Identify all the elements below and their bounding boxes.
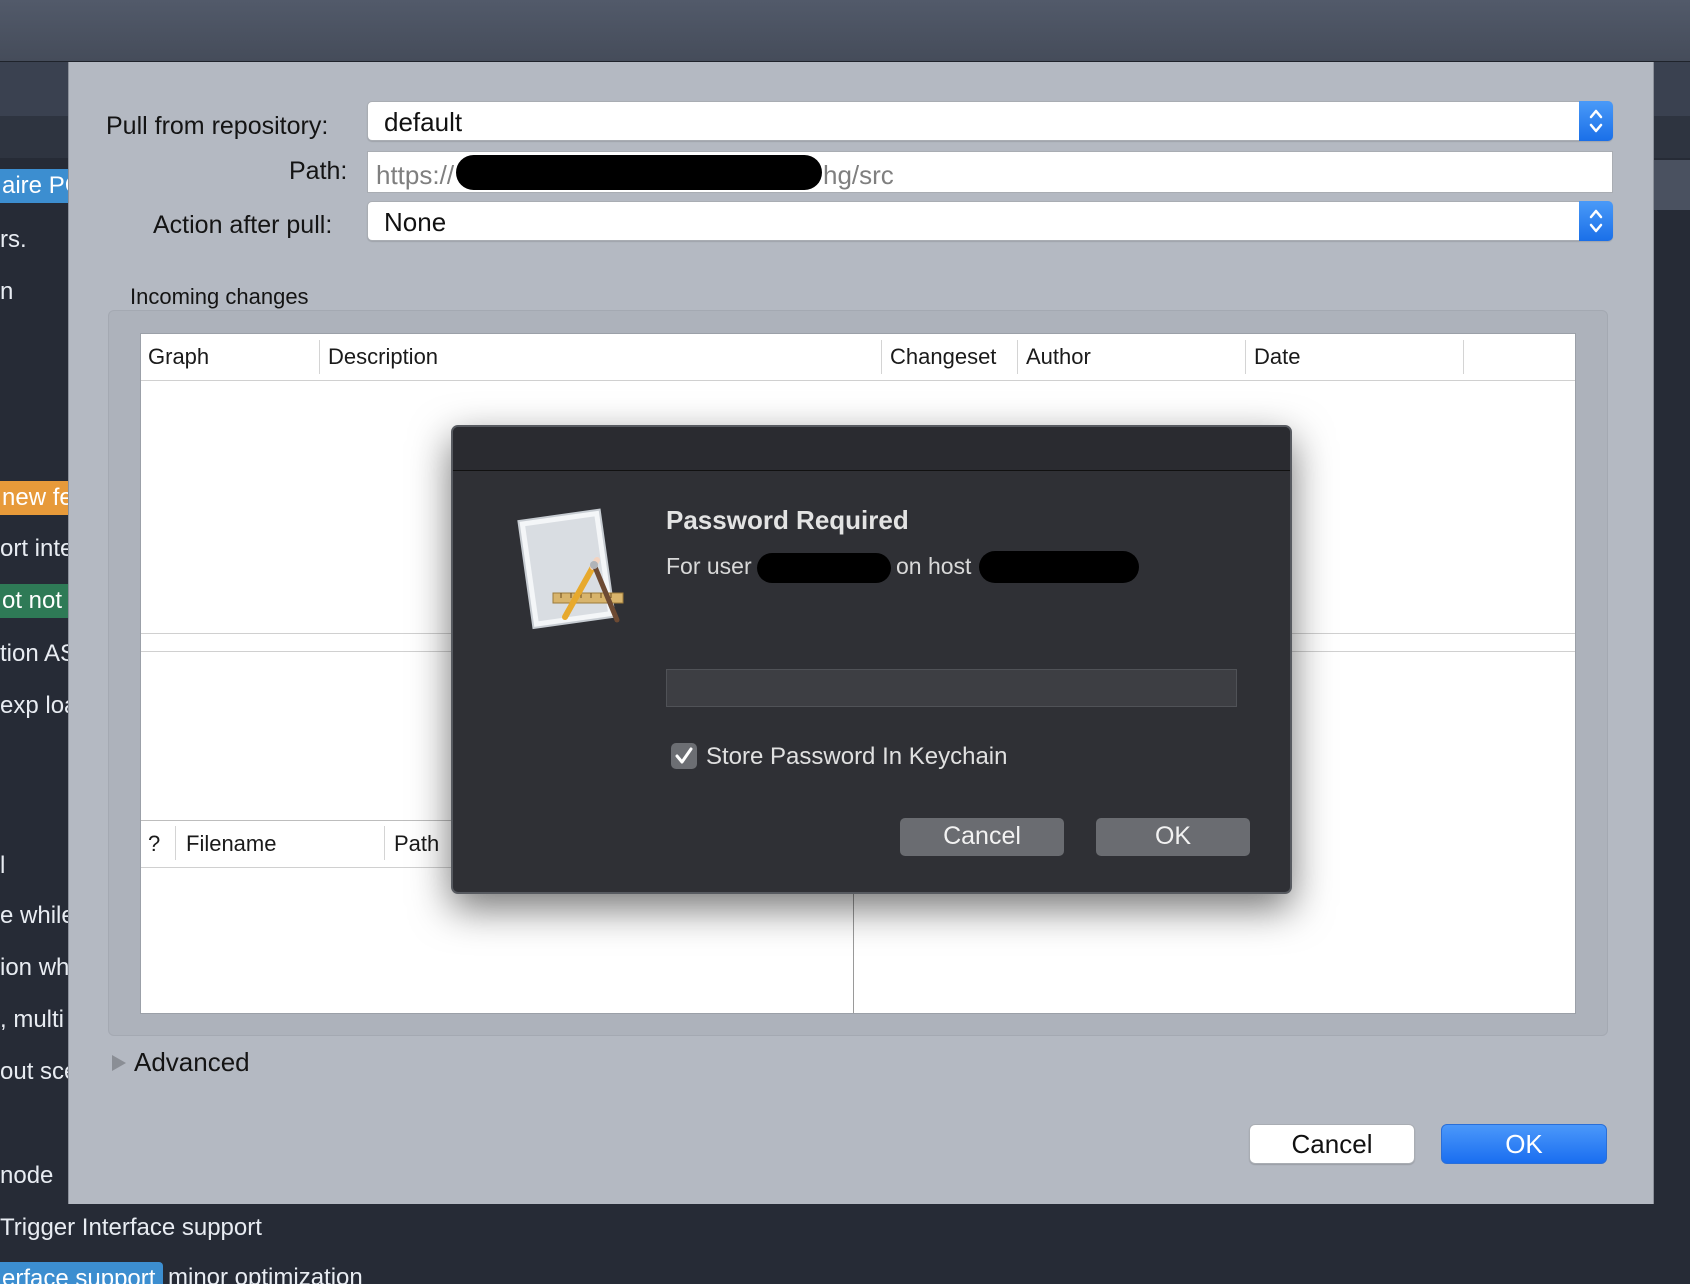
redaction-mark xyxy=(456,155,822,190)
background-commit-text: rs. xyxy=(0,226,27,253)
background-branch-tag: erface support xyxy=(0,1262,164,1284)
path-label: Path: xyxy=(289,157,348,185)
column-divider xyxy=(384,826,385,860)
action-label: Action after pull: xyxy=(153,211,333,239)
sheet-ok-button[interactable]: OK xyxy=(1441,1124,1607,1164)
disclosure-triangle-icon[interactable] xyxy=(111,1054,127,1077)
dialog-cancel-button[interactable]: Cancel xyxy=(900,818,1064,856)
path-suffix: hg/src xyxy=(823,160,894,190)
on-host-label: on host xyxy=(896,553,972,579)
app-document-icon xyxy=(513,505,633,635)
column-header-description[interactable]: Description xyxy=(328,344,438,370)
password-field[interactable] xyxy=(666,669,1237,707)
background-commit-text: node xyxy=(0,1162,54,1189)
header-divider xyxy=(141,380,1575,381)
column-header-changeset[interactable]: Changeset xyxy=(890,344,996,370)
action-value: None xyxy=(384,207,447,237)
column-divider xyxy=(319,340,320,374)
incoming-changes-label: Incoming changes xyxy=(130,284,309,309)
column-divider xyxy=(1245,340,1246,374)
background-commit-text: n xyxy=(0,278,14,305)
column-header-status[interactable]: ? xyxy=(148,831,160,857)
background-commit-text: ort inte xyxy=(0,535,74,562)
redaction-mark xyxy=(979,551,1139,583)
background-commit-text: , multi xyxy=(0,1006,65,1033)
column-header-date[interactable]: Date xyxy=(1254,344,1300,370)
background-commit-text: exp loa xyxy=(0,692,78,719)
background-title-bar xyxy=(0,0,1690,62)
repo-popup[interactable]: default xyxy=(367,101,1613,141)
column-header-filename[interactable]: Filename xyxy=(186,831,276,857)
path-prefix: https:// xyxy=(376,160,455,190)
store-password-label[interactable]: Store Password In Keychain xyxy=(706,743,1008,771)
dialog-title-bar xyxy=(453,427,1290,471)
background-commit-text: e while xyxy=(0,902,75,929)
password-dialog: Password Required For user on host Store… xyxy=(451,425,1292,894)
store-password-checkbox[interactable] xyxy=(671,743,697,769)
files-pane-divider[interactable] xyxy=(853,893,854,1013)
background-commit-text: out sce xyxy=(0,1058,78,1085)
repo-label: Pull from repository: xyxy=(106,112,329,140)
column-divider xyxy=(881,340,882,374)
popup-stepper-icon xyxy=(1579,101,1613,141)
action-popup[interactable]: None xyxy=(367,201,1613,241)
column-header-path[interactable]: Path xyxy=(394,831,439,857)
column-divider xyxy=(1463,340,1464,374)
background-selected-row xyxy=(1652,160,1690,210)
background-commit-text: minor optimization xyxy=(168,1264,363,1284)
popup-stepper-icon xyxy=(1579,201,1613,241)
redaction-mark xyxy=(757,553,891,583)
column-divider xyxy=(175,826,176,860)
repo-value: default xyxy=(384,107,463,137)
dialog-ok-button[interactable]: OK xyxy=(1096,818,1250,856)
background-commit-text: ion wh xyxy=(0,954,70,981)
background-commit-text: l xyxy=(0,852,6,879)
background-commit-text: Trigger Interface support xyxy=(0,1214,262,1241)
dialog-title: Password Required xyxy=(666,505,909,535)
background-commit-text: tion AS xyxy=(0,640,77,667)
column-divider xyxy=(1017,340,1018,374)
for-user-label: For user xyxy=(666,553,752,579)
column-header-graph[interactable]: Graph xyxy=(148,344,209,370)
sheet-cancel-button[interactable]: Cancel xyxy=(1249,1124,1415,1164)
checkmark-icon xyxy=(675,747,693,764)
column-header-author[interactable]: Author xyxy=(1026,344,1091,370)
advanced-label[interactable]: Advanced xyxy=(134,1047,250,1078)
